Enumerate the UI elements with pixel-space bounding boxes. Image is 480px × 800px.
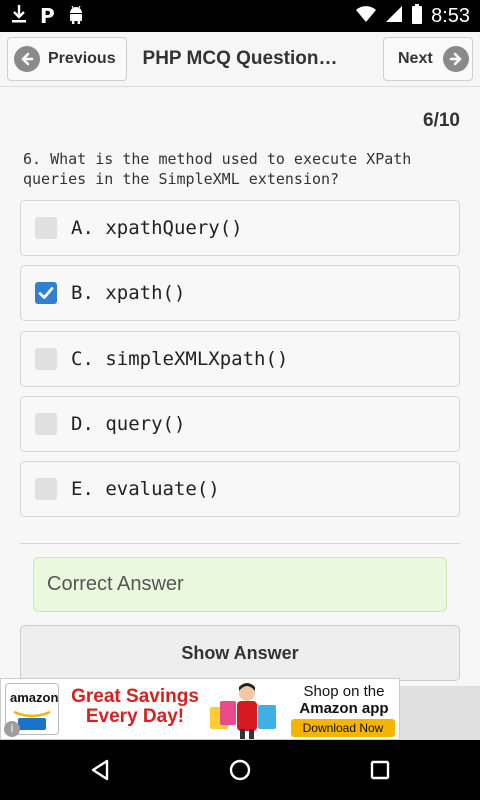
- arrow-left-icon: [14, 46, 40, 72]
- home-icon[interactable]: [225, 755, 255, 785]
- status-right-icons: 8:53: [355, 3, 470, 29]
- option-a[interactable]: A. xpathQuery(): [20, 200, 460, 256]
- divider: [20, 543, 460, 544]
- option-d[interactable]: D. query(): [20, 396, 460, 452]
- checkmark-icon: [38, 287, 54, 299]
- option-c-label: C. simpleXMLXpath(): [71, 348, 289, 370]
- shopping-woman-icon: [210, 683, 276, 739]
- clock: 8:53: [431, 4, 470, 27]
- result-message: Correct Answer: [33, 557, 447, 612]
- download-icon: [10, 4, 28, 29]
- page-title: PHP MCQ Question…: [142, 48, 338, 69]
- parking-icon: P: [40, 4, 55, 28]
- previous-button[interactable]: Previous: [7, 37, 127, 81]
- status-bar: P 8:53: [0, 0, 480, 32]
- ad-tagline-line1: Shop on the: [303, 683, 385, 700]
- android-icon: [67, 4, 85, 29]
- question-counter: 6/10: [423, 110, 460, 131]
- next-button[interactable]: Next: [383, 37, 473, 81]
- option-c-checkbox[interactable]: [35, 348, 57, 370]
- option-b-checkbox[interactable]: [35, 282, 57, 304]
- ad-download-button[interactable]: Download Now: [291, 719, 395, 737]
- battery-icon: [411, 3, 423, 29]
- arrow-right-icon: [442, 46, 469, 72]
- show-answer-button[interactable]: Show Answer: [20, 625, 460, 681]
- next-label: Next: [398, 50, 433, 67]
- previous-label: Previous: [48, 50, 116, 67]
- option-d-checkbox[interactable]: [35, 413, 57, 435]
- option-e[interactable]: E. evaluate(): [20, 461, 460, 517]
- status-left-icons: P: [10, 4, 85, 28]
- option-d-label: D. query(): [71, 413, 186, 435]
- back-icon[interactable]: [85, 755, 115, 785]
- amazon-logo-text: amazon: [10, 690, 59, 705]
- question-text: 6. What is the method used to execute XP…: [23, 150, 412, 188]
- signal-icon: [385, 5, 403, 28]
- ad-tagline-line2: Amazon app: [299, 700, 389, 717]
- wifi-icon: [355, 5, 377, 28]
- ad-banner[interactable]: amazon Great Savings Every Day! Shop on …: [0, 678, 400, 740]
- option-a-label: A. xpathQuery(): [71, 217, 243, 239]
- header-bar: Previous PHP MCQ Question… Next: [0, 32, 480, 87]
- recents-icon[interactable]: [365, 755, 395, 785]
- option-b[interactable]: B. xpath(): [20, 265, 460, 321]
- option-a-checkbox[interactable]: [35, 217, 57, 239]
- option-e-label: E. evaluate(): [71, 478, 220, 500]
- ad-headline: Great Savings Every Day!: [71, 686, 199, 727]
- option-c[interactable]: C. simpleXMLXpath(): [20, 331, 460, 387]
- option-b-label: B. xpath(): [71, 282, 186, 304]
- navigation-bar: [0, 740, 480, 800]
- info-icon[interactable]: i: [4, 721, 20, 737]
- option-e-checkbox[interactable]: [35, 478, 57, 500]
